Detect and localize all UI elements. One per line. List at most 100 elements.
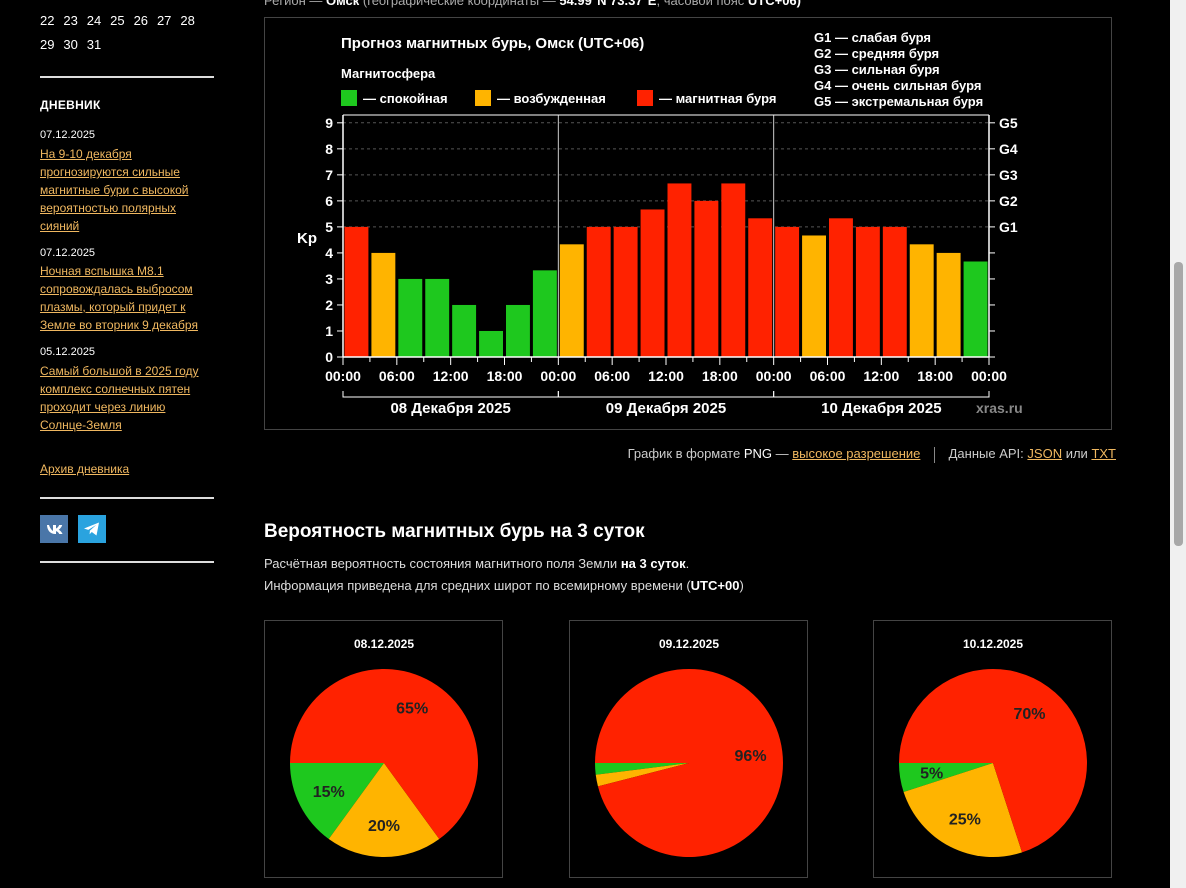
scrollbar-thumb[interactable] xyxy=(1174,262,1183,546)
kp-bar xyxy=(479,330,503,357)
y-tick-label: 4 xyxy=(325,245,333,261)
x-tick-label: 00:00 xyxy=(325,368,361,384)
day-bracket xyxy=(342,391,559,398)
legend-swatch xyxy=(341,90,357,106)
kp-forecast-chart: Прогноз магнитных бурь, Омск (UTC+06) Маг… xyxy=(264,17,1112,430)
y-tick-label: 8 xyxy=(325,141,333,157)
pie-chart-day-2: 09.12.2025 96% xyxy=(569,620,808,878)
kp-bar xyxy=(829,218,853,357)
calendar-day[interactable]: 31 xyxy=(87,37,110,52)
kp-bar xyxy=(506,304,530,357)
diary-entry-link[interactable]: На 9-10 декабря прогнозируются сильные м… xyxy=(40,145,210,235)
g-tick-label: G5 xyxy=(999,115,1018,131)
page-scrollbar[interactable] xyxy=(1170,0,1186,888)
diary-entry-link[interactable]: Самый большой в 2025 году комплекс солне… xyxy=(40,362,210,434)
kp-bar xyxy=(344,226,369,357)
x-tick-label: 00:00 xyxy=(540,368,576,384)
calendar-day[interactable]: 24 xyxy=(87,13,110,28)
pie-slice-label: 15% xyxy=(313,784,345,801)
day-label: 10 Декабря 2025 xyxy=(821,400,941,417)
probability-title: Вероятность магнитных бурь на 3 суток xyxy=(264,521,645,542)
calendar-day[interactable]: 23 xyxy=(63,13,86,28)
chart-title: Прогноз магнитных бурь, Омск (UTC+06) xyxy=(341,35,644,52)
pie-slice-label: 5% xyxy=(920,766,943,783)
calendar-day[interactable]: 29 xyxy=(40,37,63,52)
y-tick-label: 0 xyxy=(325,349,333,365)
legend-label: — спокойная xyxy=(363,91,448,106)
kp-bar xyxy=(640,209,665,357)
kp-bar xyxy=(398,278,423,357)
vk-icon xyxy=(46,525,63,534)
legend-title: Магнитосфера xyxy=(341,66,436,81)
sidebar-divider xyxy=(40,561,214,563)
links-separator xyxy=(934,446,935,463)
calendar-day[interactable]: 22 xyxy=(40,13,63,28)
x-tick-label: 00:00 xyxy=(756,368,792,384)
day-bracket xyxy=(557,391,775,398)
calendar-day[interactable]: 30 xyxy=(63,37,86,52)
pie-title: 09.12.2025 xyxy=(659,637,719,651)
x-tick-label: 12:00 xyxy=(648,368,684,384)
desc1-bold: на 3 суток xyxy=(620,556,686,571)
diary-archive-link[interactable]: Архив дневника xyxy=(40,462,129,476)
png-prefix: График в формате xyxy=(627,446,741,461)
region-label: Регион — xyxy=(264,0,323,8)
calendar-day[interactable]: 25 xyxy=(110,13,133,28)
pie-title: 08.12.2025 xyxy=(354,637,414,651)
y-tick-label: 2 xyxy=(325,297,333,313)
x-tick-label: 18:00 xyxy=(487,368,523,384)
diary-entry-date: 07.12.2025 xyxy=(40,247,96,259)
y-tick-label: 7 xyxy=(325,167,333,183)
sidebar-divider xyxy=(40,76,214,78)
kp-bar xyxy=(775,226,800,357)
kp-bar xyxy=(748,218,773,357)
x-tick-label: 06:00 xyxy=(594,368,630,384)
y-tick-label: 6 xyxy=(325,193,333,209)
telegram-icon xyxy=(84,522,99,536)
calendar-week-row: 22 23 24 25 26 27 28 xyxy=(40,13,204,28)
x-tick-label: 12:00 xyxy=(433,368,469,384)
g-tick-label: G1 xyxy=(999,219,1018,235)
diary-entry-link[interactable]: Ночная вспышка M8.1 сопровождалась выбро… xyxy=(40,262,210,334)
kp-bar xyxy=(963,261,988,357)
kp-bar xyxy=(532,270,557,357)
calendar-day[interactable]: 28 xyxy=(180,13,203,28)
vk-button[interactable] xyxy=(40,515,68,543)
json-link[interactable]: JSON xyxy=(1027,446,1062,461)
pie-chart-day-3: 10.12.2025 5% 25% 70% xyxy=(873,620,1112,878)
g-legend-item: G4 — очень сильная буря xyxy=(814,78,981,93)
kp-bar xyxy=(936,252,961,357)
probability-desc-1: Расчётная вероятность состояния магнитно… xyxy=(264,556,689,571)
txt-link[interactable]: TXT xyxy=(1091,446,1116,461)
telegram-button[interactable] xyxy=(78,515,106,543)
png-label: PNG xyxy=(743,446,773,461)
y-tick-label: 3 xyxy=(325,271,333,287)
legend-label: — магнитная буря xyxy=(659,91,776,106)
or-label: или xyxy=(1065,446,1088,461)
x-tick-label: 00:00 xyxy=(971,368,1007,384)
g-legend-item: G2 — средняя буря xyxy=(814,46,939,61)
g-legend-item: G3 — сильная буря xyxy=(814,62,940,77)
g-legend-item: G1 — слабая буря xyxy=(814,30,931,45)
legend-swatch xyxy=(475,90,491,106)
x-tick-label: 12:00 xyxy=(863,368,899,384)
kp-bar xyxy=(882,226,907,357)
calendar-day[interactable]: 27 xyxy=(157,13,180,28)
hires-link[interactable]: высокое разрешение xyxy=(792,446,920,461)
legend-label: — возбужденная xyxy=(497,91,606,106)
pie-chart-svg: 09.12.2025 96% xyxy=(595,637,783,857)
y-tick-label: 5 xyxy=(325,219,333,235)
g-tick-label: G4 xyxy=(999,141,1018,157)
api-label: Данные API: xyxy=(948,446,1024,461)
pie-slice-label: 20% xyxy=(368,818,400,835)
region-city: Омск xyxy=(325,0,360,8)
sidebar-divider xyxy=(40,497,214,499)
diary-entry-date: 05.12.2025 xyxy=(40,346,96,358)
desc1-suffix: . xyxy=(685,556,690,571)
desc2-bold: UTC+00 xyxy=(690,578,740,593)
calendar-day[interactable]: 26 xyxy=(134,13,157,28)
diary-entry-date: 07.12.2025 xyxy=(40,129,96,141)
day-label: 09 Декабря 2025 xyxy=(606,400,726,417)
png-dash: — xyxy=(775,446,789,461)
chart-download-line: График в формате PNG — высокое разрешени… xyxy=(628,446,1116,463)
